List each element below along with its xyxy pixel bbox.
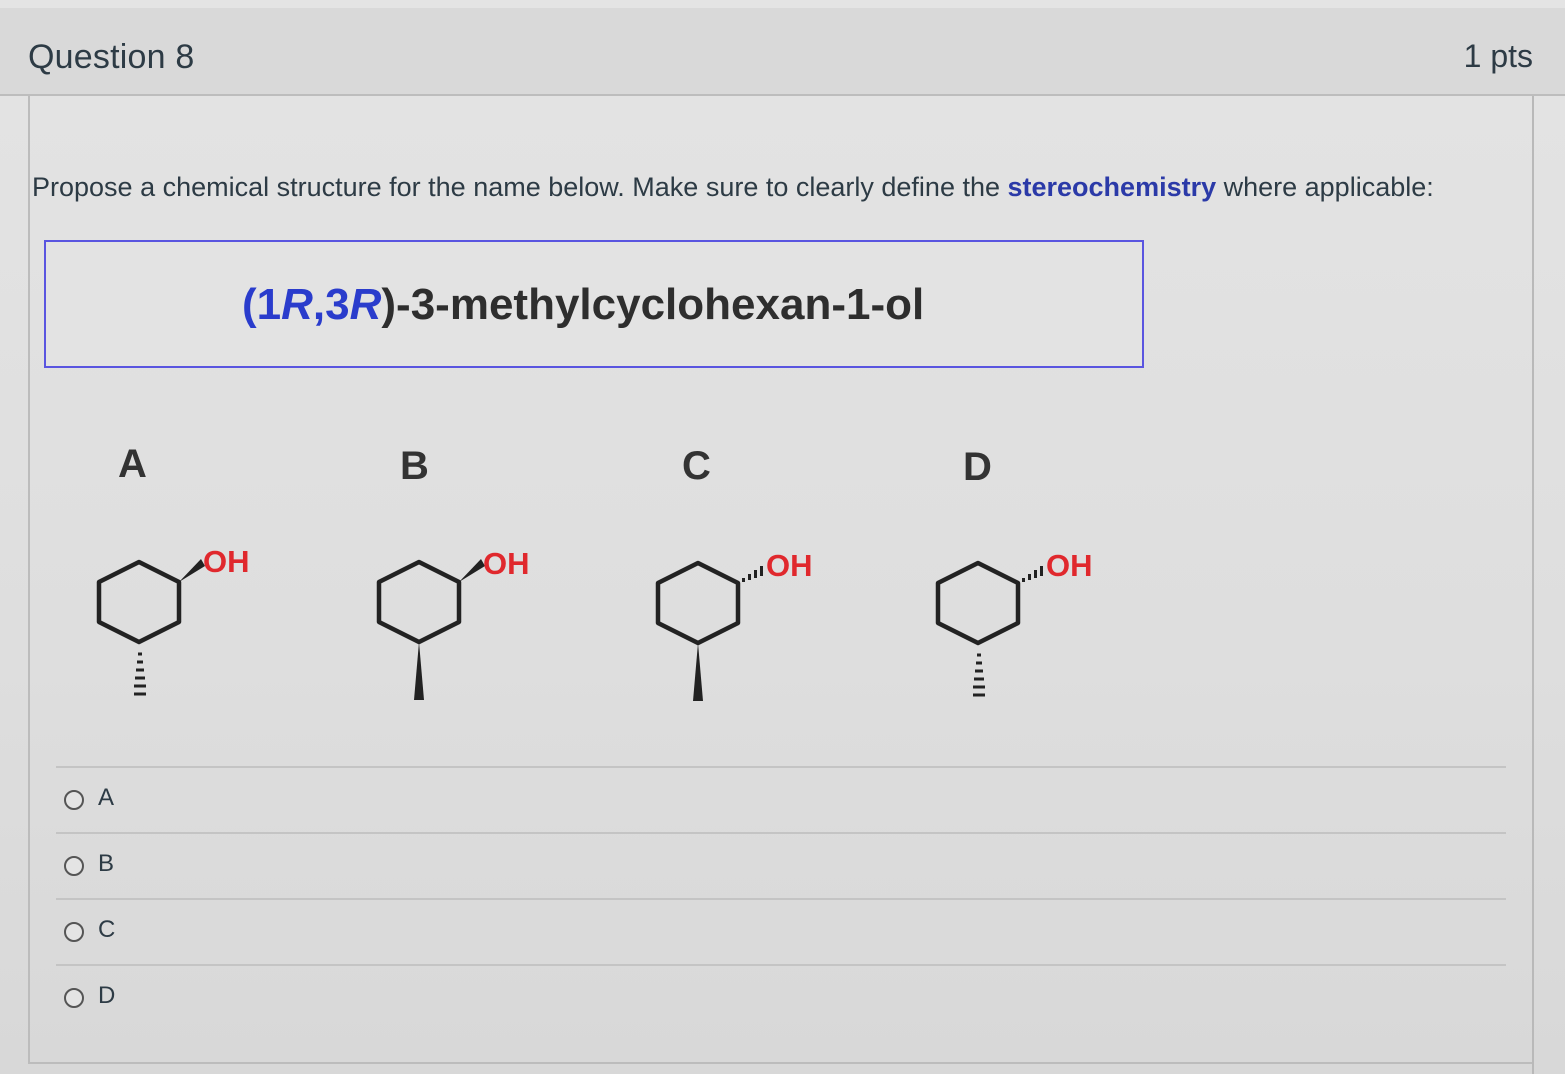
structure-label-c: C — [682, 444, 711, 488]
radio-button[interactable] — [64, 922, 84, 942]
stereo-part-1: (1 — [242, 280, 282, 329]
question-points: 1 pts — [1463, 38, 1533, 74]
question-title: Question 8 — [28, 38, 195, 76]
structure-label-b: B — [400, 444, 429, 488]
answer-option-d[interactable]: D — [56, 964, 1506, 1030]
question-prompt: Propose a chemical structure for the nam… — [32, 172, 1434, 203]
compound-name-box: (1R,3R)-3-methylcyclohexan-1-ol — [44, 240, 1144, 368]
answer-option-b[interactable]: B — [56, 832, 1506, 898]
stereo-close: ) — [381, 280, 397, 329]
prompt-emphasis: stereochemistry — [1007, 172, 1217, 202]
prompt-text-after: where applicable: — [1216, 172, 1434, 202]
stereo-r1: R — [281, 280, 313, 329]
quiz-screen: Question 8 1 pts Propose a chemical stru… — [0, 0, 1565, 1074]
compound-name: (1R,3R)-3-methylcyclohexan-1-ol — [242, 280, 924, 330]
option-label[interactable]: D — [98, 982, 115, 1010]
radio-button[interactable] — [64, 988, 84, 1008]
stereo-descriptor: (1R,3R — [242, 280, 381, 329]
question-header: Question 8 1 pts — [0, 8, 1565, 96]
option-label[interactable]: B — [98, 850, 114, 878]
structure-label-d: D — [963, 445, 992, 489]
option-label[interactable]: A — [98, 784, 114, 812]
prompt-text-before: Propose a chemical structure for the nam… — [32, 172, 1008, 202]
compound-name-rest: -3-methylcyclohexan-1-ol — [396, 280, 925, 329]
option-label[interactable]: C — [98, 916, 115, 944]
stereo-r2: R — [349, 280, 382, 329]
radio-button[interactable] — [64, 790, 84, 810]
stereo-part-2: ,3 — [312, 280, 350, 329]
answer-option-a[interactable]: A — [56, 766, 1506, 832]
structure-label-a: A — [118, 442, 147, 486]
radio-button[interactable] — [64, 856, 84, 876]
answer-option-c[interactable]: C — [56, 898, 1506, 964]
